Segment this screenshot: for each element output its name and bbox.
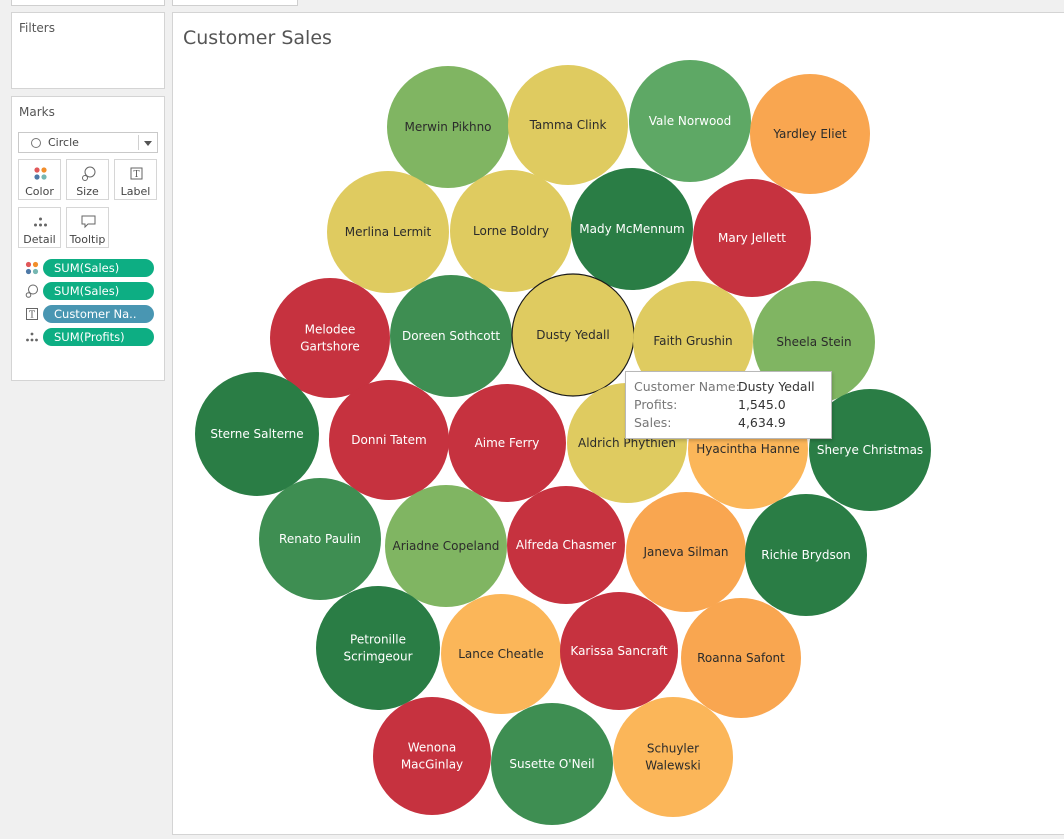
bubble-label: Petronille — [350, 633, 406, 647]
packed-bubble-chart: Merwin Pikhno Tamma Clink Vale Norwood Yard… — [195, 60, 931, 825]
bubble-label: Merlina Lermit — [345, 225, 432, 239]
bubble-label: Karissa Sancraft — [570, 644, 667, 658]
tooltip-value: 1,545.0 — [738, 397, 786, 412]
bubble-label: Janeva Silman — [642, 545, 728, 559]
customer-bubble[interactable]: Lance Cheatle — [441, 594, 561, 714]
bubble-label: Richie Brydson — [761, 548, 851, 562]
bubble-label: Walewski — [645, 759, 701, 773]
customer-bubble[interactable]: Vale Norwood — [629, 60, 751, 182]
customer-bubble[interactable]: Janeva Silman — [626, 492, 746, 612]
customer-bubble[interactable]: Lorne Boldry — [450, 170, 572, 292]
bubble-label: Merwin Pikhno — [404, 120, 491, 134]
customer-bubble[interactable]: Schuyler Walewski — [613, 697, 733, 817]
customer-bubble[interactable]: Roanna Safont — [681, 598, 801, 718]
bubble-mark[interactable] — [316, 586, 440, 710]
customer-bubble[interactable]: Dusty Yedall — [511, 273, 635, 397]
tooltip-key: Sales: — [634, 415, 672, 430]
bubble-label: Yardley Eliet — [772, 127, 847, 141]
tooltip-key: Profits: — [634, 397, 678, 412]
tooltip-value: Dusty Yedall — [738, 379, 815, 394]
customer-bubble[interactable]: Donni Tatem — [329, 380, 449, 500]
customer-bubble[interactable]: Melodee Gartshore — [270, 278, 390, 398]
customer-bubble[interactable]: Aime Ferry — [448, 384, 566, 502]
tooltip-row-customer-name: Customer Name: Dusty Yedall — [634, 379, 829, 397]
customer-bubble[interactable]: Doreen Sothcott — [390, 275, 512, 397]
bubble-label: Ariadne Copeland — [393, 539, 500, 553]
bubble-label: Roanna Safont — [697, 651, 785, 665]
customer-bubble[interactable]: Tamma Clink — [508, 65, 628, 185]
bubble-label: Susette O'Neil — [509, 757, 594, 771]
bubble-label: Sheela Stein — [776, 335, 851, 349]
bubble-label: Alfreda Chasmer — [516, 538, 616, 552]
customer-bubble[interactable]: Wenona MacGinlay — [373, 697, 491, 815]
mark-tooltip: Customer Name: Dusty Yedall Profits: 1,5… — [625, 371, 832, 439]
customer-bubble[interactable]: Ariadne Copeland — [385, 485, 507, 607]
customer-bubble[interactable]: Karissa Sancraft — [560, 592, 678, 710]
bubble-label: Renato Paulin — [279, 532, 361, 546]
bubble-label: Mary Jellett — [718, 231, 786, 245]
bubble-label: Tamma Clink — [529, 118, 607, 132]
customer-bubble[interactable]: Petronille Scrimgeour — [316, 586, 440, 710]
bubble-label: Wenona — [408, 741, 456, 755]
bubble-label: Dusty Yedall — [536, 328, 609, 342]
tooltip-value: 4,634.9 — [738, 415, 786, 430]
bubble-label: Aime Ferry — [475, 436, 540, 450]
bubble-label: Scrimgeour — [343, 650, 412, 664]
customer-bubble[interactable]: Richie Brydson — [745, 494, 867, 616]
bubble-label: Faith Grushin — [653, 334, 732, 348]
customer-bubble[interactable]: Alfreda Chasmer — [507, 486, 625, 604]
customer-bubble[interactable]: Susette O'Neil — [491, 703, 613, 825]
customer-bubble[interactable]: Mary Jellett — [693, 179, 811, 297]
bubble-label: Lorne Boldry — [473, 224, 549, 238]
bubble-label: Doreen Sothcott — [402, 329, 500, 343]
bubble-label: Gartshore — [300, 340, 360, 354]
customer-bubble[interactable]: Yardley Eliet — [750, 74, 870, 194]
bubble-label: Sherye Christmas — [817, 443, 923, 457]
bubble-mark[interactable] — [270, 278, 390, 398]
customer-bubble[interactable]: Merlina Lermit — [327, 171, 449, 293]
bubble-label: Schuyler — [647, 742, 699, 756]
bubble-label: Vale Norwood — [649, 114, 732, 128]
customer-bubble[interactable]: Sterne Salterne — [195, 372, 319, 496]
tooltip-row-profits: Profits: 1,545.0 — [634, 397, 829, 415]
bubble-label: Sterne Salterne — [210, 427, 303, 441]
customer-bubble[interactable]: Merwin Pikhno — [387, 66, 509, 188]
bubble-label: Melodee — [305, 323, 356, 337]
bubble-mark[interactable] — [613, 697, 733, 817]
bubble-label: Hyacintha Hanne — [696, 442, 799, 456]
customer-bubble[interactable]: Renato Paulin — [259, 478, 381, 600]
tooltip-key: Customer Name: — [634, 379, 740, 394]
bubble-label: Donni Tatem — [351, 433, 426, 447]
bubble-label: Mady McMennum — [579, 222, 684, 236]
bubble-label: Lance Cheatle — [458, 647, 544, 661]
customer-bubble[interactable]: Mady McMennum — [571, 168, 693, 290]
bubble-mark[interactable] — [373, 697, 491, 815]
bubble-label: MacGinlay — [401, 758, 463, 772]
tooltip-row-sales: Sales: 4,634.9 — [634, 415, 829, 433]
